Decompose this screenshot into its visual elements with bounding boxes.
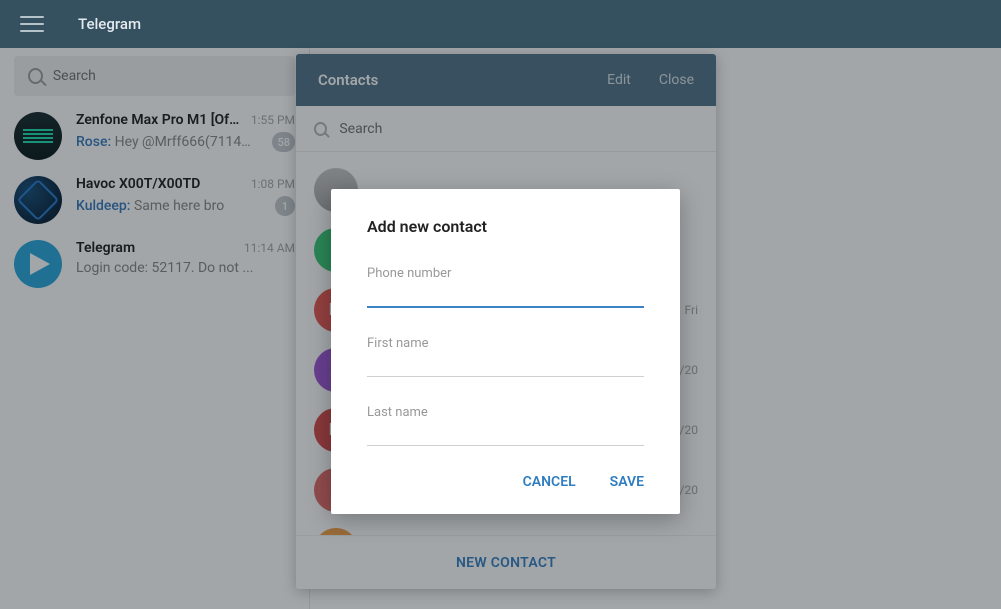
hamburger-menu-icon[interactable] [20,12,44,36]
cancel-button[interactable]: CANCEL [523,474,576,490]
save-button[interactable]: SAVE [610,474,644,490]
app-header: Telegram [0,0,1001,48]
last-name-input[interactable] [367,405,644,446]
first-name-input[interactable] [367,336,644,377]
first-name-field: First name [367,336,644,377]
phone-field: Phone number [367,266,644,308]
add-contact-modal: Add new contact Phone number First name … [331,189,680,514]
phone-input[interactable] [367,266,644,308]
last-name-field: Last name [367,405,644,446]
modal-title: Add new contact [367,217,644,236]
app-title: Telegram [78,15,141,33]
